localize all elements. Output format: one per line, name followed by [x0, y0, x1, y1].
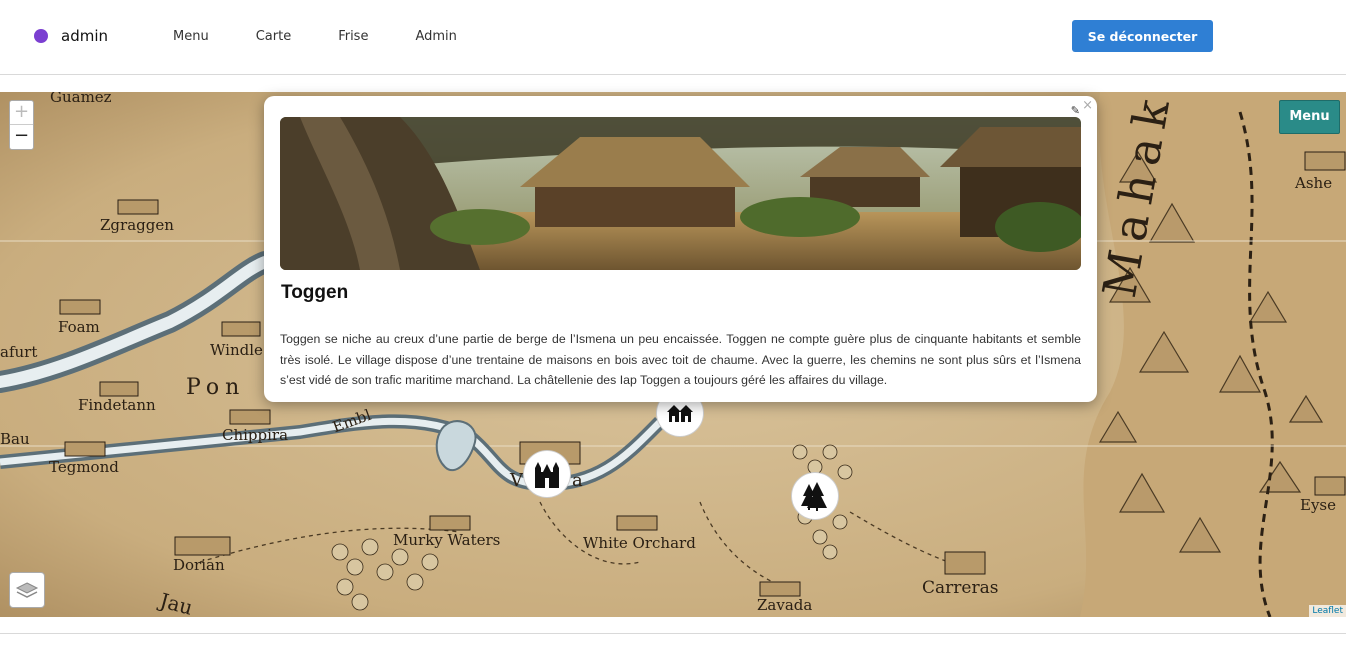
map-label: Zgraggen [100, 216, 174, 234]
village-scene-image [280, 117, 1081, 270]
map-label: Carreras [922, 578, 999, 598]
zoom-out-button[interactable]: − [10, 125, 33, 149]
map-label: afurt [0, 343, 38, 361]
top-navbar: admin Menu Carte Frise Admin Se déconnec… [0, 0, 1346, 75]
map-label: Findetann [78, 396, 156, 414]
layers-icon [15, 582, 39, 598]
brand[interactable]: admin [34, 27, 108, 45]
logout-button[interactable]: Se déconnecter [1072, 20, 1213, 52]
nav-admin[interactable]: Admin [415, 29, 456, 44]
forest-icon [801, 482, 827, 511]
popup-close-button[interactable]: × [1082, 98, 1093, 113]
map-label: Eyse [1300, 496, 1336, 514]
castle-icon [535, 462, 559, 488]
map-label: Chippira [222, 426, 289, 444]
forest-marker[interactable] [792, 473, 838, 519]
castle-marker[interactable] [524, 451, 570, 497]
map-label: Bau [0, 430, 30, 448]
nav-frise[interactable]: Frise [338, 29, 368, 44]
layers-button[interactable] [9, 572, 45, 608]
location-popup: ✎ × Toggen Toggen se niche au creux d’un… [264, 96, 1097, 402]
main-nav: Menu Carte Frise Admin [173, 29, 504, 44]
brand-dot-icon [34, 29, 48, 43]
map-menu-button[interactable]: Menu [1279, 100, 1340, 134]
map-label: Tegmond [49, 458, 119, 476]
map-label: Windle [210, 341, 263, 359]
popup-description: Toggen se niche au creux d’une partie de… [280, 332, 1081, 387]
leaflet-attribution[interactable]: Leaflet [1309, 605, 1346, 617]
popup-title: Toggen [281, 282, 349, 303]
map-label: Zavada [757, 596, 813, 614]
map-label: Dorian [173, 556, 225, 574]
nav-menu[interactable]: Menu [173, 29, 209, 44]
zoom-control: + − [9, 100, 34, 150]
brand-name: admin [61, 27, 108, 45]
map-label: Guamez [50, 92, 112, 106]
edit-icon[interactable]: ✎ [1071, 104, 1080, 117]
map-label: Foam [58, 318, 100, 336]
nav-carte[interactable]: Carte [256, 29, 291, 44]
map-label: Murky Waters [393, 531, 501, 549]
map-label: Ashe [1295, 174, 1333, 192]
zoom-in-button[interactable]: + [10, 101, 33, 125]
map-label: V [510, 470, 523, 491]
map-label: a [572, 470, 583, 491]
footer-divider [0, 633, 1346, 634]
village-icon [667, 405, 693, 422]
map-label: White Orchard [583, 534, 696, 552]
location-image [280, 117, 1081, 270]
map-label: Pon [186, 375, 246, 400]
